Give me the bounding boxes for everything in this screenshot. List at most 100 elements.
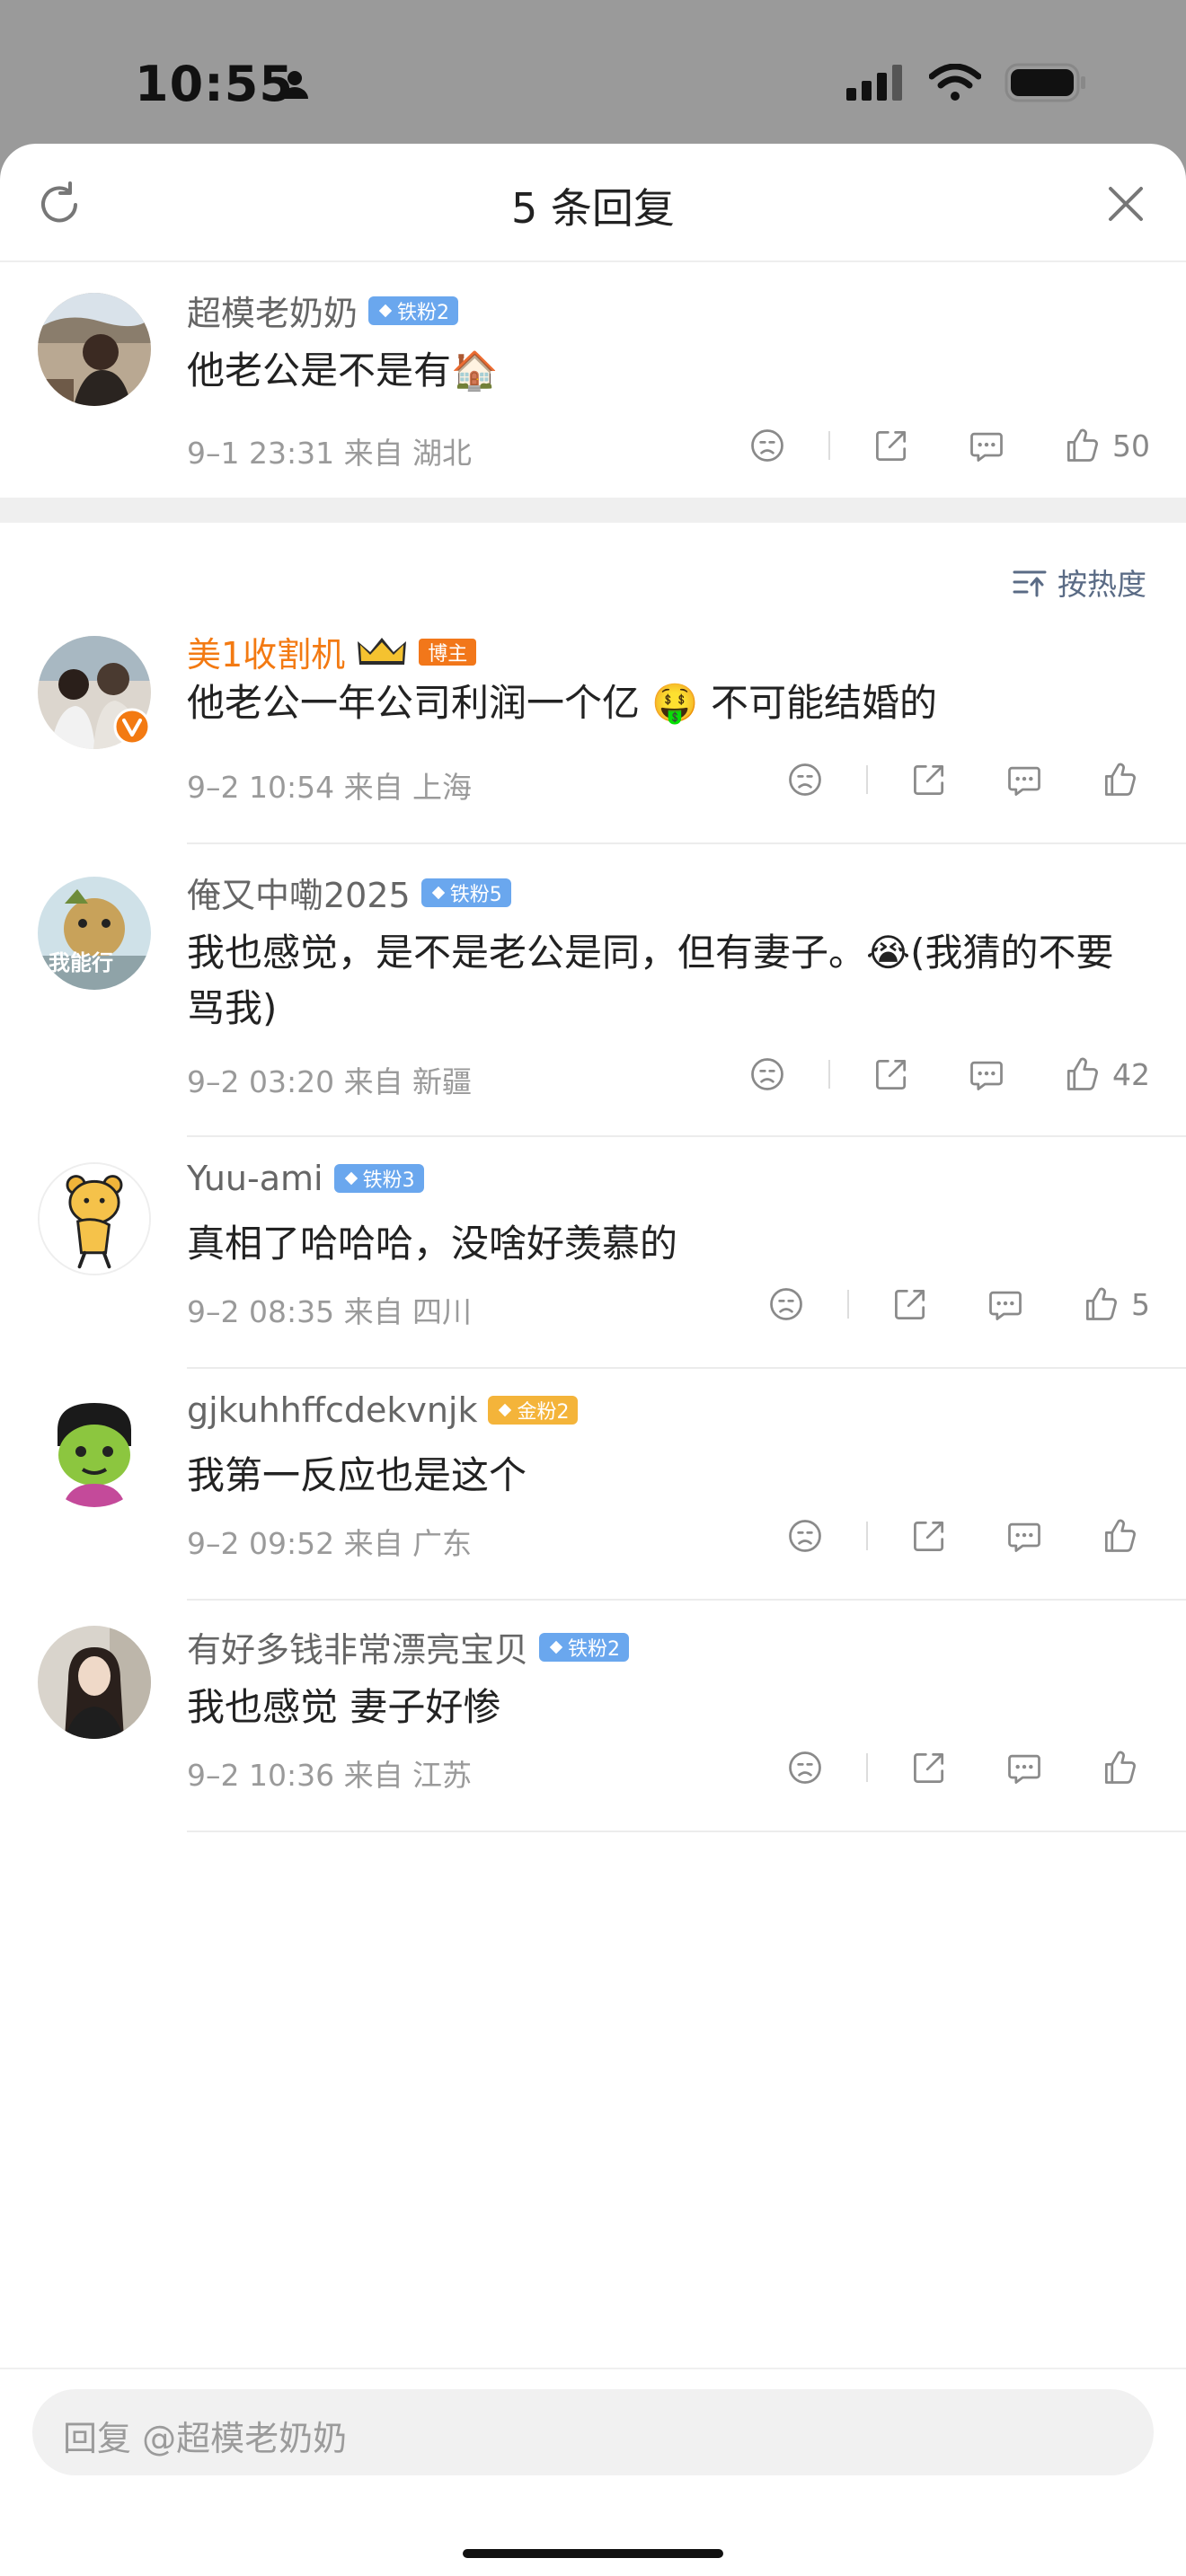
battery-icon — [1005, 63, 1085, 102]
thumbs-up-icon — [1100, 1516, 1139, 1556]
section-divider — [0, 498, 1186, 523]
reply-button[interactable] — [1003, 1514, 1046, 1557]
dislike-button[interactable] — [783, 1514, 827, 1557]
comment-text: 我也感觉，是不是老公是同，但有妻子。😭(我猜的不要骂我) — [187, 931, 1114, 1030]
close-icon[interactable] — [1103, 181, 1148, 226]
fan-badge: 铁粉2 — [539, 1632, 630, 1662]
share-button[interactable] — [889, 1283, 932, 1326]
row-divider — [187, 1367, 1186, 1369]
comment-actions — [783, 1746, 1150, 1789]
reply-button[interactable] — [984, 1283, 1027, 1326]
diamond-icon — [430, 885, 447, 901]
commenter-name[interactable]: Yuu-ami 铁粉3 — [187, 1159, 424, 1198]
commenter-name-text[interactable]: 俺又中嘞2025 — [187, 868, 411, 917]
diamond-icon — [377, 303, 394, 319]
comment-actions: 50 — [746, 424, 1150, 467]
reply-button[interactable] — [1003, 1746, 1046, 1789]
commenter-name[interactable]: 有好多钱非常漂亮宝贝 铁粉2 — [187, 1622, 630, 1672]
avatar[interactable]: 我能行 — [38, 877, 151, 990]
comment-actions — [783, 1514, 1150, 1557]
share-button[interactable] — [870, 1053, 913, 1096]
like-button[interactable] — [1098, 1514, 1141, 1557]
avatar[interactable] — [38, 1626, 151, 1739]
home-indicator[interactable] — [463, 2549, 723, 2558]
share-button[interactable] — [907, 1746, 951, 1789]
comment-icon — [1005, 760, 1044, 799]
dislike-button[interactable] — [765, 1283, 808, 1326]
host-badge: 博主 — [419, 638, 477, 666]
sad-face-icon — [766, 1284, 806, 1324]
dislike-button[interactable] — [783, 758, 827, 801]
dislike-button[interactable] — [746, 424, 789, 467]
like-count: 50 — [1112, 428, 1150, 463]
commenter-name-text[interactable]: 超模老奶奶 — [187, 286, 358, 335]
sort-row: 按热度 — [0, 523, 1186, 622]
reply-input[interactable]: 回复 @超模老奶奶 — [32, 2389, 1154, 2475]
person-icon — [281, 71, 308, 99]
sheet-header: 5 条回复 — [0, 144, 1186, 262]
row-divider — [187, 1831, 1186, 1832]
share-button[interactable] — [907, 1514, 951, 1557]
reply-item: 我能行 俺又中嘞2025 铁粉5 我也感觉，是不是老公是同，但有妻子。😭(我猜的… — [0, 853, 1186, 1144]
action-divider — [847, 1290, 849, 1319]
comment-icon — [1005, 1516, 1044, 1556]
sad-face-icon — [748, 426, 787, 465]
commenter-name-text[interactable]: 有好多钱非常漂亮宝贝 — [187, 1622, 528, 1672]
thumbs-up-icon — [1062, 426, 1102, 465]
share-button[interactable] — [907, 758, 951, 801]
commenter-name[interactable]: 俺又中嘞2025 铁粉5 — [187, 868, 511, 917]
like-button[interactable] — [1079, 1283, 1122, 1326]
comment-meta: 9–2 10:54 来自 上海 — [187, 770, 473, 805]
commenter-name[interactable]: 美1收割机 博主 — [187, 627, 477, 676]
reply-button[interactable] — [965, 1053, 1008, 1096]
root-comment: 超模老奶奶 铁粉2 他老公是不是有🏠 9–1 23:31 来自 湖北 50 — [0, 262, 1186, 498]
action-divider — [866, 1753, 868, 1782]
comment-meta: 9–1 23:31 来自 湖北 — [187, 436, 473, 471]
reply-item: 美1收割机 博主 他老公一年公司利润一个亿 🤑 不可能结婚的 9–2 10:54… — [0, 622, 1186, 853]
sad-face-icon — [785, 1748, 825, 1787]
cellular-signal-icon — [846, 65, 902, 101]
commenter-name-text[interactable]: Yuu-ami — [187, 1159, 323, 1198]
reply-input-placeholder[interactable]: 回复 @超模老奶奶 — [63, 2411, 347, 2460]
comment-actions — [783, 758, 1150, 801]
status-time: 10:55 — [135, 56, 294, 112]
gold-fan-badge: 金粉2 — [488, 1396, 579, 1425]
comment-text: 真相了哈哈哈，没啥好羡慕的 — [187, 1222, 678, 1266]
dislike-button[interactable] — [746, 1053, 789, 1096]
share-icon — [872, 1054, 911, 1094]
sort-button[interactable]: 按热度 — [1013, 560, 1146, 604]
fan-badge-label: 铁粉2 — [568, 1637, 621, 1661]
sort-label[interactable]: 按热度 — [1058, 560, 1146, 604]
status-indicators — [846, 63, 1087, 102]
like-button[interactable] — [1060, 424, 1103, 467]
diamond-icon — [548, 1639, 564, 1655]
reply-item: gjkuhhffcdekvnjk 金粉2 我第一反应也是这个 9–2 09:52… — [0, 1376, 1186, 1608]
like-button[interactable] — [1098, 1746, 1141, 1789]
reply-button[interactable] — [965, 424, 1008, 467]
gold-fan-badge-label: 金粉2 — [517, 1401, 570, 1424]
commenter-name-text[interactable]: gjkuhhffcdekvnjk — [187, 1390, 477, 1430]
like-button[interactable] — [1060, 1053, 1103, 1096]
dislike-button[interactable] — [783, 1746, 827, 1789]
fan-badge: 铁粉3 — [333, 1164, 424, 1193]
avatar[interactable] — [38, 293, 151, 406]
share-button[interactable] — [870, 424, 913, 467]
comment-text: 我第一反应也是这个 — [187, 1453, 527, 1497]
avatar[interactable] — [38, 1162, 151, 1275]
like-button[interactable] — [1098, 758, 1141, 801]
commenter-name[interactable]: gjkuhhffcdekvnjk 金粉2 — [187, 1390, 579, 1430]
share-icon — [909, 1516, 949, 1556]
commenter-name-text[interactable]: 美1收割机 — [187, 627, 345, 676]
avatar[interactable] — [38, 1394, 151, 1507]
comment-text: 我也感觉 妻子好惨 — [187, 1685, 501, 1729]
commenter-name[interactable]: 超模老奶奶 铁粉2 — [187, 286, 459, 335]
host-badge-label: 博主 — [428, 642, 468, 666]
row-divider — [187, 1599, 1186, 1601]
wifi-icon — [929, 64, 981, 101]
comment-icon — [967, 426, 1006, 465]
like-count: 5 — [1131, 1286, 1150, 1322]
thumbs-up-icon — [1100, 1748, 1139, 1787]
replies-sheet: 5 条回复 超模老奶奶 铁粉2 他老公是不是有🏠 9–1 23:31 来自 湖北… — [0, 144, 1186, 2576]
reply-button[interactable] — [1003, 758, 1046, 801]
sad-face-icon — [748, 1054, 787, 1094]
